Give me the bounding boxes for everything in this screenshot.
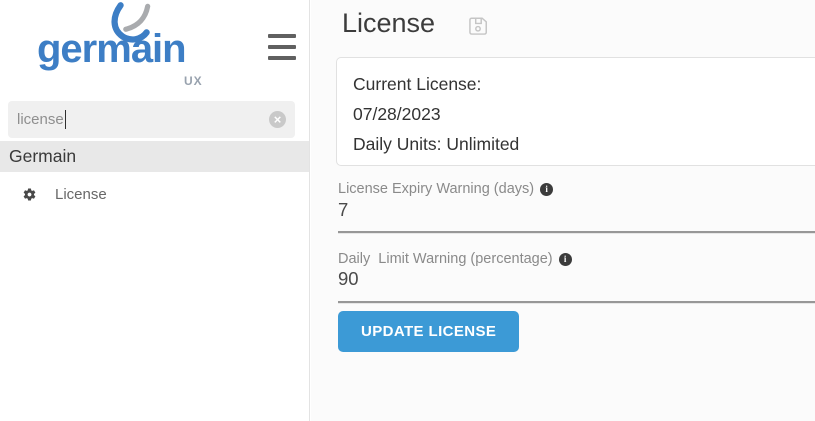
- gear-icon: [22, 187, 37, 202]
- search-value: license: [17, 111, 64, 128]
- menu-icon[interactable]: [268, 34, 296, 60]
- daily-limit-label-row: Daily Limit Warning (percentage) i: [338, 251, 572, 267]
- save-icon[interactable]: [467, 15, 489, 37]
- sidebar: germain UX license × Germain License: [0, 0, 310, 421]
- input-underline: [338, 301, 815, 303]
- field-label: Daily Limit Warning (percentage): [338, 251, 553, 267]
- clear-search-icon[interactable]: ×: [269, 111, 286, 128]
- sidebar-item-license[interactable]: License: [0, 177, 309, 211]
- expiry-warning-label-row: License Expiry Warning (days) i: [338, 181, 553, 197]
- brand-subtext: UX: [184, 74, 203, 88]
- info-icon[interactable]: i: [540, 183, 553, 196]
- brand-text: germain: [37, 27, 186, 72]
- menu-bar: [268, 56, 296, 60]
- sidebar-item-label: License: [55, 186, 107, 203]
- field-label: License Expiry Warning (days): [338, 181, 534, 197]
- menu-bar: [268, 34, 296, 38]
- daily-limit-input[interactable]: 90: [338, 268, 359, 290]
- sidebar-section-header: Germain: [0, 141, 309, 172]
- current-license-date: 07/28/2023: [353, 99, 810, 129]
- current-license-box: Current License: 07/28/2023 Daily Units:…: [336, 57, 815, 166]
- expiry-warning-input[interactable]: 7: [338, 199, 348, 221]
- search-input[interactable]: license ×: [8, 101, 295, 138]
- page-title: License: [342, 8, 435, 39]
- update-license-button[interactable]: UPDATE LICENSE: [338, 311, 519, 352]
- current-license-label: Current License:: [353, 69, 810, 99]
- input-underline: [338, 231, 815, 233]
- menu-bar: [268, 45, 296, 49]
- text-caret: [65, 110, 67, 129]
- main-content: License Current License: 07/28/2023 Dail…: [311, 0, 815, 421]
- daily-units-text: Daily Units: Unlimited: [353, 129, 810, 159]
- info-icon[interactable]: i: [559, 253, 572, 266]
- app-root: germain UX license × Germain License Lic…: [0, 0, 815, 421]
